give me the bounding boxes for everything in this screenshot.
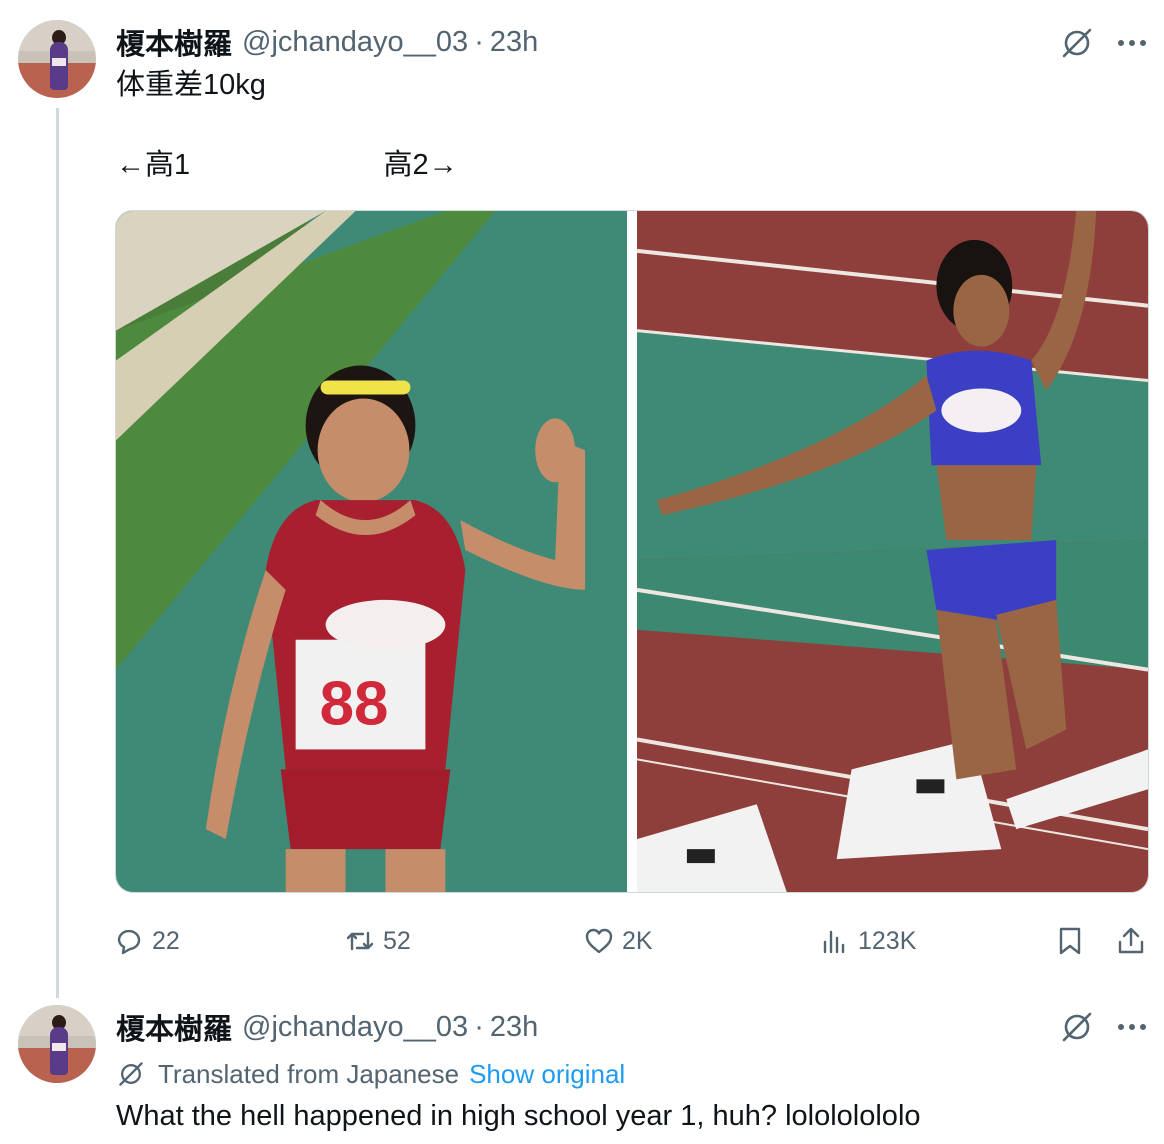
author-name[interactable]: 榎本樹羅 <box>116 21 232 63</box>
author-name[interactable]: 榎本樹羅 <box>116 1006 232 1048</box>
grok-slash-icon <box>1062 1012 1092 1042</box>
bookmark-icon <box>1059 927 1081 955</box>
translated-label: Translated from Japanese <box>158 1058 460 1089</box>
views-count: 123K <box>858 926 917 955</box>
photo-2-image <box>637 211 1148 892</box>
more-dots-icon <box>1118 1024 1146 1030</box>
bar-chart-icon <box>823 930 845 954</box>
reply-button[interactable]: 22 <box>114 920 180 962</box>
tweet-actions: 22 52 2K 123K <box>0 920 1164 962</box>
views-button[interactable]: 123K <box>820 920 916 962</box>
grok-button[interactable] <box>1058 24 1096 62</box>
media-grid: 88 <box>115 210 1149 893</box>
reply-count: 22 <box>152 926 180 955</box>
share-upload-icon <box>1118 927 1144 954</box>
more-dots-icon <box>1118 40 1146 46</box>
tweet[interactable]: 榎本樹羅 @jchandayo__03 · 23h 体重差10kg ←高1 高2… <box>0 0 1164 998</box>
tweet-text-line-1: 体重差10kg <box>116 69 266 101</box>
repost-button[interactable]: 52 <box>345 920 411 962</box>
like-button[interactable]: 2K <box>584 920 653 962</box>
grok-slash-icon <box>1062 28 1092 58</box>
repost-arrows-icon <box>346 931 374 951</box>
show-original-link[interactable]: Show original <box>469 1059 625 1090</box>
repost-count: 52 <box>383 926 411 955</box>
photo-1[interactable]: 88 <box>116 211 627 892</box>
like-count: 2K <box>622 926 653 955</box>
more-options-button[interactable] <box>1112 24 1152 62</box>
author-avatar[interactable] <box>18 1005 96 1083</box>
translation-notice: Translated from Japanese Show original <box>116 1058 625 1090</box>
grok-button[interactable] <box>1058 1008 1096 1046</box>
bookmark-button[interactable] <box>1055 920 1085 962</box>
heart-icon <box>585 928 613 954</box>
reply-bubble-icon <box>117 929 141 955</box>
header-separator: · <box>474 1010 484 1043</box>
author-handle[interactable]: @jchandayo__03 <box>242 26 468 59</box>
share-button[interactable] <box>1116 920 1146 962</box>
tweet-timestamp[interactable]: 23h <box>490 26 538 59</box>
translate-globe-icon <box>119 1062 143 1086</box>
author-handle[interactable]: @jchandayo__03 <box>242 1011 468 1044</box>
photo-1-image: 88 <box>116 211 627 892</box>
tweet-header: 榎本樹羅 @jchandayo__03 · 23h <box>116 1010 538 1047</box>
more-options-button[interactable] <box>1112 1008 1152 1046</box>
author-avatar[interactable] <box>18 20 96 98</box>
tweet-timestamp[interactable]: 23h <box>490 1011 538 1044</box>
tweet[interactable]: 榎本樹羅 @jchandayo__03 · 23h Translated fro… <box>0 990 1164 1144</box>
tweet-text: What the hell happened in high school ye… <box>116 1100 921 1132</box>
svg-text:88: 88 <box>320 670 389 739</box>
header-separator: · <box>474 25 484 58</box>
tweet-text-line-3: ←高1 高2→ <box>116 149 458 181</box>
thread-connector-line <box>56 108 59 998</box>
photo-2[interactable] <box>637 211 1148 892</box>
tweet-header: 榎本樹羅 @jchandayo__03 · 23h <box>116 25 538 62</box>
